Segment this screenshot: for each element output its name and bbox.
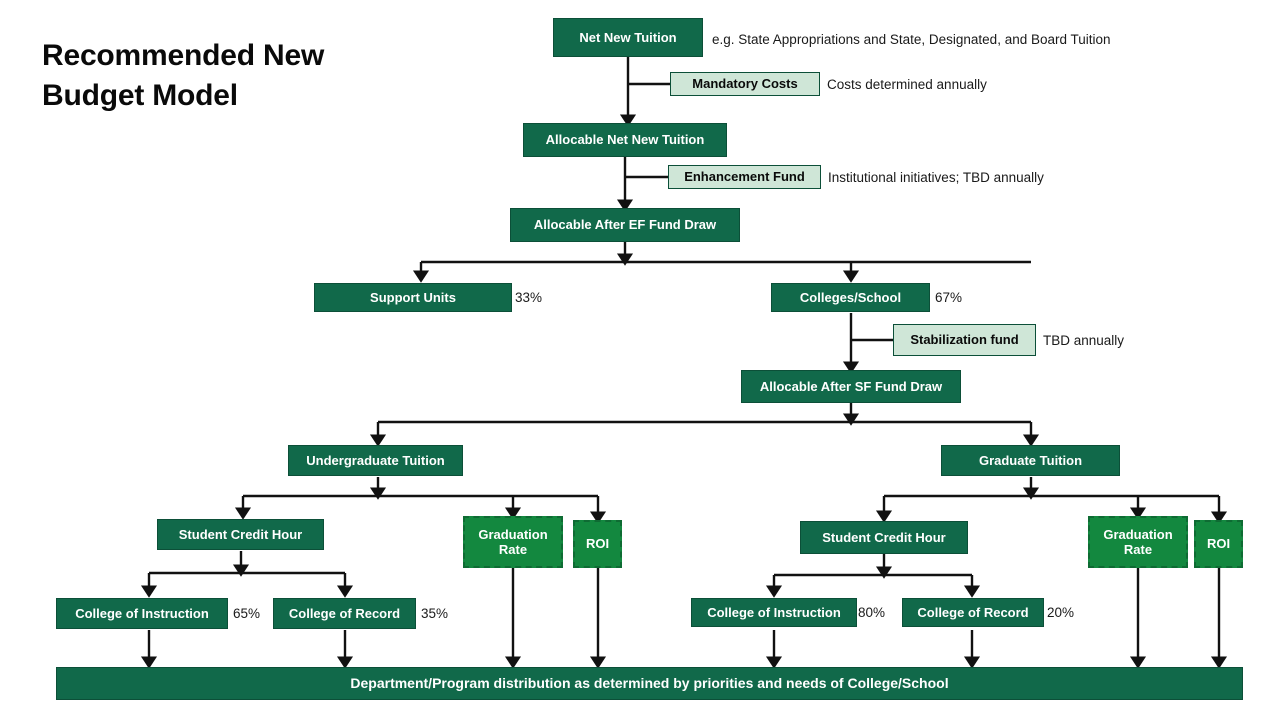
percent-colleges-school: 67%	[935, 290, 963, 305]
node-gr-college-of-record[interactable]: College of Record	[902, 598, 1044, 627]
percent-support-units: 33%	[515, 290, 543, 305]
node-gr-student-credit-hour[interactable]: Student Credit Hour	[800, 521, 968, 554]
node-ug-graduation-rate-label: Graduation Rate	[478, 526, 548, 557]
node-gr-roi-label: ROI	[1206, 536, 1231, 552]
percent-ug-college-of-record: 35%	[421, 606, 449, 621]
node-enhancement-fund-label: Enhancement Fund	[684, 169, 805, 185]
budget-model-diagram: Recommended New Budget Model Net New Tui…	[0, 0, 1273, 716]
node-colleges-school-label: Colleges/School	[799, 289, 902, 305]
node-ug-student-credit-hour[interactable]: Student Credit Hour	[157, 519, 324, 550]
node-ug-college-of-record-label: College of Record	[288, 605, 401, 621]
node-ug-college-of-record[interactable]: College of Record	[273, 598, 416, 629]
node-ug-student-credit-hour-label: Student Credit Hour	[178, 526, 303, 542]
node-support-units-label: Support Units	[370, 289, 456, 305]
percent-gr-college-of-instruction: 80%	[858, 605, 886, 620]
note-mandatory-costs: Costs determined annually	[827, 77, 987, 92]
node-gr-graduation-rate[interactable]: Graduation Rate	[1088, 516, 1188, 568]
node-gr-roi[interactable]: ROI	[1194, 520, 1243, 568]
node-net-new-tuition[interactable]: Net New Tuition	[553, 18, 703, 57]
node-stabilization-fund-label: Stabilization fund	[910, 332, 1019, 348]
node-undergraduate-tuition[interactable]: Undergraduate Tuition	[288, 445, 463, 476]
node-gr-college-of-record-label: College of Record	[917, 604, 1029, 620]
node-graduate-tuition[interactable]: Graduate Tuition	[941, 445, 1120, 476]
percent-gr-college-of-record: 20%	[1047, 605, 1075, 620]
node-ug-roi-label: ROI	[585, 536, 610, 552]
node-graduate-tuition-label: Graduate Tuition	[978, 452, 1083, 468]
node-mandatory-costs[interactable]: Mandatory Costs	[670, 72, 820, 96]
node-allocable-after-sf-fund-draw-label: Allocable After SF Fund Draw	[759, 378, 943, 394]
node-gr-graduation-rate-label: Graduation Rate	[1103, 526, 1173, 557]
node-gr-college-of-instruction-label: College of Instruction	[707, 604, 841, 620]
node-stabilization-fund[interactable]: Stabilization fund	[893, 324, 1036, 356]
node-gr-college-of-instruction[interactable]: College of Instruction	[691, 598, 857, 627]
node-ug-roi[interactable]: ROI	[573, 520, 622, 568]
node-undergraduate-tuition-label: Undergraduate Tuition	[306, 452, 445, 468]
node-allocable-net-new-tuition[interactable]: Allocable Net New Tuition	[523, 123, 727, 157]
page-title: Recommended New Budget Model	[42, 39, 325, 112]
percent-ug-college-of-instruction: 65%	[233, 606, 261, 621]
node-support-units[interactable]: Support Units	[314, 283, 512, 312]
node-allocable-after-ef-fund-draw[interactable]: Allocable After EF Fund Draw	[510, 208, 740, 242]
note-net-new-tuition: e.g. State Appropriations and State, Des…	[712, 32, 1111, 47]
node-mandatory-costs-label: Mandatory Costs	[692, 76, 798, 92]
node-enhancement-fund[interactable]: Enhancement Fund	[668, 165, 821, 189]
node-allocable-after-sf-fund-draw[interactable]: Allocable After SF Fund Draw	[741, 370, 961, 403]
node-allocable-net-new-tuition-label: Allocable Net New Tuition	[545, 132, 705, 148]
node-ug-college-of-instruction[interactable]: College of Instruction	[56, 598, 228, 629]
node-department-program-distribution-label: Department/Program distribution as deter…	[350, 675, 949, 692]
node-ug-graduation-rate[interactable]: Graduation Rate	[463, 516, 563, 568]
node-allocable-after-ef-fund-draw-label: Allocable After EF Fund Draw	[533, 217, 717, 233]
node-gr-student-credit-hour-label: Student Credit Hour	[822, 529, 946, 545]
note-enhancement-fund: Institutional initiatives; TBD annually	[828, 170, 1044, 185]
node-ug-college-of-instruction-label: College of Instruction	[75, 605, 209, 621]
note-stabilization-fund: TBD annually	[1043, 333, 1125, 348]
node-net-new-tuition-label: Net New Tuition	[579, 29, 677, 45]
node-department-program-distribution[interactable]: Department/Program distribution as deter…	[56, 667, 1243, 700]
node-colleges-school[interactable]: Colleges/School	[771, 283, 930, 312]
